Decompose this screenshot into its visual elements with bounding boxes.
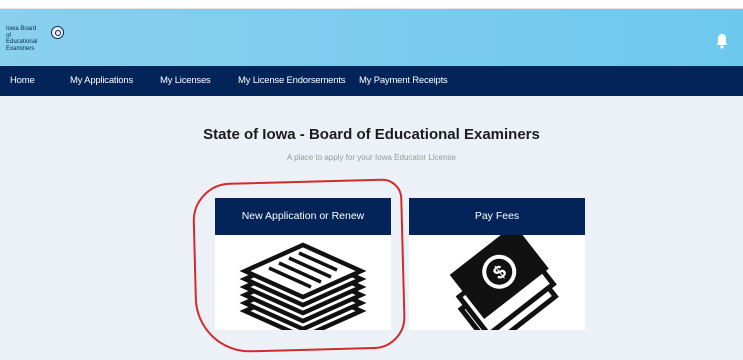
- document-stack-icon: [239, 242, 367, 330]
- page-subtitle: A place to apply for your Iowa Educator …: [287, 153, 456, 162]
- nav-home[interactable]: Home: [10, 75, 35, 86]
- state-seal-icon: [51, 26, 64, 39]
- page-title: State of Iowa - Board of Educational Exa…: [203, 126, 540, 143]
- pay-fees-card[interactable]: Pay Fees $: [409, 198, 585, 330]
- pay-fees-card-title[interactable]: Pay Fees: [409, 198, 585, 235]
- main-content: State of Iowa - Board of Educational Exa…: [0, 96, 743, 360]
- bell-icon[interactable]: [715, 33, 729, 49]
- top-caption-fragment: [0, 0, 743, 8]
- site-logo-text[interactable]: Iowa Board of Educational Examiners: [6, 26, 42, 52]
- site-header: Iowa Board of Educational Examiners: [0, 8, 743, 66]
- nav-my-license-endorsements[interactable]: My License Endorsements: [238, 75, 346, 86]
- nav-my-applications[interactable]: My Applications: [70, 75, 133, 86]
- main-navigation: Home My Applications My Licenses My Lice…: [0, 66, 743, 96]
- nav-my-licenses[interactable]: My Licenses: [160, 75, 211, 86]
- new-application-card[interactable]: New Application or Renew: [215, 198, 391, 330]
- new-application-card-title[interactable]: New Application or Renew: [215, 198, 391, 235]
- nav-my-payment-receipts[interactable]: My Payment Receipts: [359, 75, 448, 86]
- money-icon: $: [449, 235, 559, 330]
